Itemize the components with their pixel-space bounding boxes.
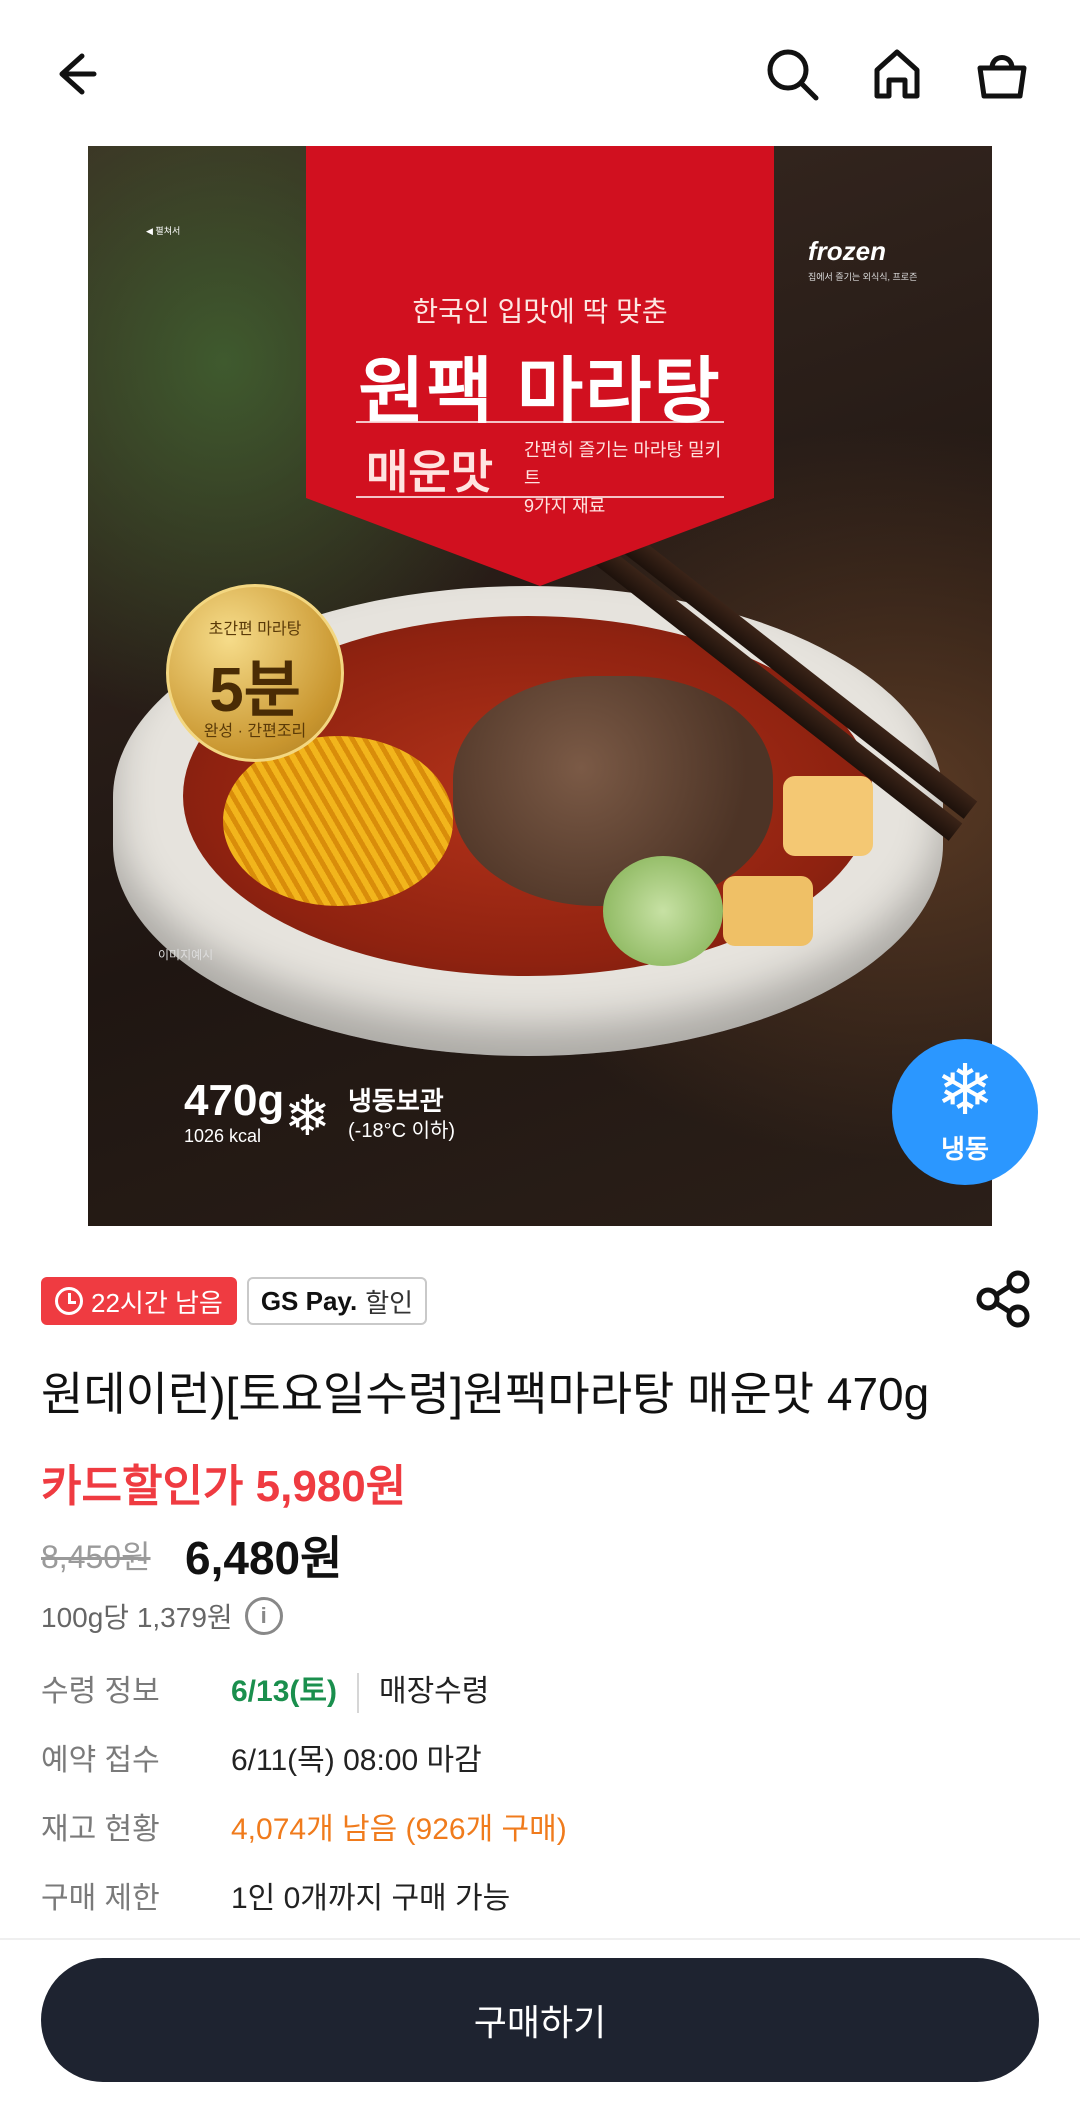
clock-icon <box>55 1287 83 1315</box>
info-table: 수령 정보 6/13(토) 매장수령 예약 접수 6/11(목) 08:00 마감… <box>41 1672 1041 1948</box>
info-icon[interactable]: i <box>244 1597 283 1635</box>
package-desc-line1: 간편히 즐기는 마라탕 밀키트 <box>524 440 722 488</box>
info-label: 수령 정보 <box>41 1675 160 1708</box>
snowflake-icon: ❄ <box>284 1084 331 1147</box>
divider <box>356 421 724 423</box>
original-price: 8,450원 <box>41 1539 151 1575</box>
badge-bottom-label: 간편조리 <box>247 723 307 740</box>
stock-status: 4,074개 남음 (926개 구매) <box>231 1813 567 1846</box>
info-value: 6/13(토) 매장수령 <box>231 1672 490 1714</box>
search-icon[interactable] <box>754 36 830 112</box>
hero-small-text: ◀ 펼쳐서 <box>146 226 181 236</box>
top-bar <box>0 0 1080 146</box>
badge-bottom-text: 완성 · 간편조리 <box>203 723 307 740</box>
time-left-badge: 22시간 남음 <box>41 1277 237 1325</box>
brand-tagline: 집에서 즐기는 외식식, 프로즌 <box>808 272 918 282</box>
shopping-bag-icon[interactable] <box>964 36 1040 112</box>
gs-pay-logo: GS Pay. <box>260 1285 358 1316</box>
info-label: 예약 접수 <box>41 1744 160 1777</box>
bottom-bar: 구매하기 <box>0 1938 1080 2109</box>
storage-line2: (-18°C 이하) <box>348 1120 456 1142</box>
beef-illustration <box>453 676 773 906</box>
brand-logo: frozen <box>808 236 886 266</box>
package-subtitle: 한국인 입맛에 딱 맞춘 <box>412 296 668 327</box>
time-left-text: 22시간 남음 <box>91 1287 223 1318</box>
info-row-reserve: 예약 접수 6/11(목) 08:00 마감 <box>41 1741 1041 1810</box>
product-image[interactable]: ◀ 펼쳐서 한국인 입맛에 딱 맞춘 원팩 마라탕 매운맛 간편히 즐기는 마라… <box>88 146 992 1226</box>
divider <box>356 1673 359 1714</box>
frozen-badge-label: 냉동 <box>941 1134 989 1164</box>
package-flavor: 매운맛 <box>366 446 493 498</box>
package-weight: 470g <box>184 1076 285 1125</box>
tag-row: 22시간 남음 GS Pay. 할인 <box>41 1277 428 1325</box>
reserve-deadline: 6/11(목) 08:00 마감 <box>231 1744 482 1777</box>
package-description: 간편히 즐기는 마라탕 밀키트 9가지 재료 <box>524 436 724 520</box>
info-label: 구매 제한 <box>41 1882 160 1915</box>
unit-price-text: 100g당 1,379원 <box>41 1602 233 1633</box>
unit-price: 100g당 1,379원 i <box>41 1596 283 1636</box>
fishcake-illustration <box>723 876 813 946</box>
frozen-badge: ❄ 냉동 <box>892 1039 1038 1185</box>
divider <box>356 496 724 498</box>
sale-price: 6,480원 <box>185 1532 343 1584</box>
fishcake-illustration <box>783 776 873 856</box>
product-title: 원데이런)[토요일수령]원팩마라탕 매운맛 470g <box>41 1368 930 1420</box>
package-label: 한국인 입맛에 딱 맞춘 원팩 마라탕 매운맛 간편히 즐기는 마라탕 밀키트 … <box>306 146 774 586</box>
share-icon[interactable] <box>972 1268 1034 1330</box>
gs-pay-label: 할인 <box>365 1287 414 1318</box>
info-row-pickup: 수령 정보 6/13(토) 매장수령 <box>41 1672 1041 1741</box>
badge-main-text: 5분 <box>209 656 301 725</box>
buy-button[interactable]: 구매하기 <box>41 1958 1039 2082</box>
back-arrow-icon[interactable] <box>36 36 112 112</box>
gs-pay-badge: GS Pay. 할인 <box>246 1277 428 1325</box>
home-icon[interactable] <box>859 36 935 112</box>
badge-sub-text: 완성 <box>203 723 234 740</box>
bokchoy-illustration <box>603 856 723 966</box>
badge-top-text: 초간편 마라탕 <box>208 621 302 638</box>
storage-info: 냉동보관 (-18°C 이하) <box>348 1086 455 1146</box>
pickup-method: 매장수령 <box>378 1675 490 1708</box>
info-row-stock: 재고 현황 4,074개 남음 (926개 구매) <box>41 1810 1041 1879</box>
purchase-limit: 1인 0개까지 구매 가능 <box>231 1882 511 1915</box>
info-label: 재고 현황 <box>41 1813 160 1846</box>
sample-note: 이미지예시 <box>158 948 214 962</box>
snowflake-icon: ❄ <box>935 1051 995 1129</box>
storage-line1: 냉동보관 <box>348 1086 444 1116</box>
cook-time-badge: 초간편 마라탕 5분 완성 · 간편조리 <box>166 584 344 762</box>
card-discount-price: 카드할인가 5,980원 <box>41 1462 407 1511</box>
package-kcal: 1026 kcal <box>184 1126 262 1146</box>
pickup-date: 6/13(토) <box>231 1675 337 1708</box>
